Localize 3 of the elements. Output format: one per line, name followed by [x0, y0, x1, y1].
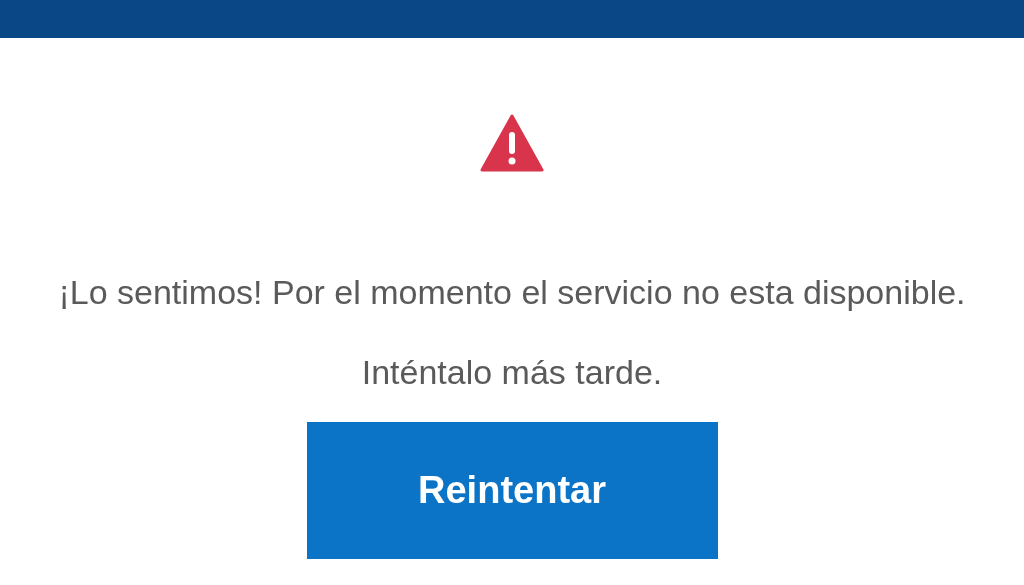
- retry-button[interactable]: Reintentar: [306, 422, 718, 559]
- error-message: ¡Lo sentimos! Por el momento el servicio no esta disponible. Inténtalo más tarde.: [57, 272, 967, 393]
- warning-icon: [480, 114, 544, 172]
